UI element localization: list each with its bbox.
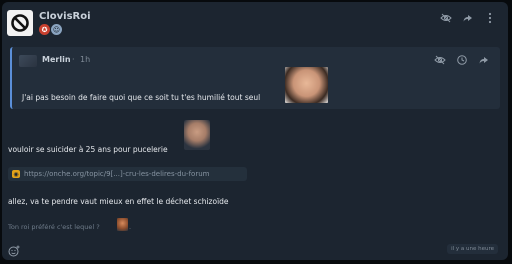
quote-actions [434,54,490,66]
more-vertical-icon[interactable] [484,12,496,24]
quote-author-avatar[interactable] [19,55,37,67]
link-text[interactable]: https://onche.org/topic/9[...]-cru-les-d… [24,170,209,178]
quoted-message: Merlin · 1h J'ai pas besoin de faire quo… [10,47,500,109]
blue-badge-icon: ☺ [51,24,62,35]
message-line: vouloir se suicider à 25 ans pour pucele… [8,145,168,154]
signature-sticker-image [117,218,128,231]
post-author[interactable]: ClovisRoi [39,11,91,22]
post-actions [440,12,496,24]
eye-off-icon[interactable] [440,12,452,24]
signature-suffix: . [129,223,132,231]
message-line: allez, va te pendre vaut mieux en effet … [8,197,229,206]
signature-text: Ton roi préféré c'est lequel ? [8,223,100,231]
smiley-add-icon[interactable] [8,242,20,257]
red-badge-icon: ✪ [39,24,50,35]
post-card: ClovisRoi ✪ ☺ Merlin · 1h J'ai pas besoi… [2,2,508,260]
quote-time: 1h [80,55,91,64]
author-badges: ✪ ☺ [39,24,62,35]
share-arrow-icon[interactable] [462,12,474,24]
quote-text: J'ai pas besoin de faire quoi que ce soi… [22,93,261,102]
topic-link[interactable]: ◉ https://onche.org/topic/9[...]-cru-les… [8,167,247,181]
sticker-image [184,120,210,150]
author-avatar[interactable] [7,10,33,36]
ban-circle-icon [11,14,29,32]
quote-author[interactable]: Merlin [42,55,71,64]
quote-sticker-image [285,67,328,103]
history-icon[interactable] [456,54,468,66]
post-timestamp: il y a une heure [447,244,498,254]
quote-separator: · [72,55,75,64]
link-favicon-icon: ◉ [12,170,20,178]
eye-off-icon[interactable] [434,54,446,66]
share-arrow-icon[interactable] [478,54,490,66]
